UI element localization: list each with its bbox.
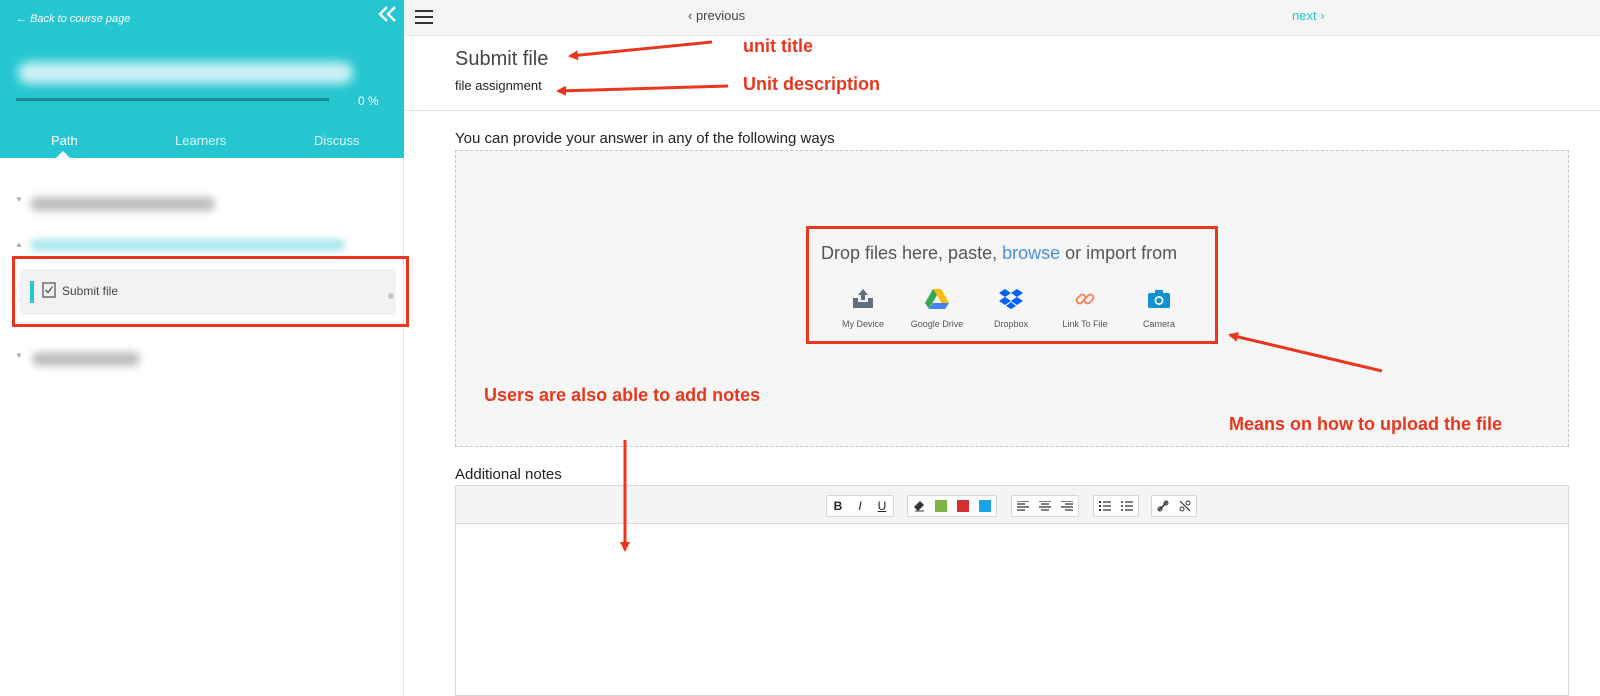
annotation-notes: Users are also able to add notes [484,385,761,405]
annotation-unit-title: unit title [743,36,813,56]
annotation-arrows [556,40,1383,552]
annotation-upload: Means on how to upload the file [1229,414,1502,434]
annotation-arrow [568,40,713,61]
app-root: ← Back to course page 0 % Path Learners … [0,0,1600,696]
annotation-arrow [1228,331,1383,373]
annotation-unit-description: Unit description [743,74,881,94]
annotation-arrow [556,84,729,96]
